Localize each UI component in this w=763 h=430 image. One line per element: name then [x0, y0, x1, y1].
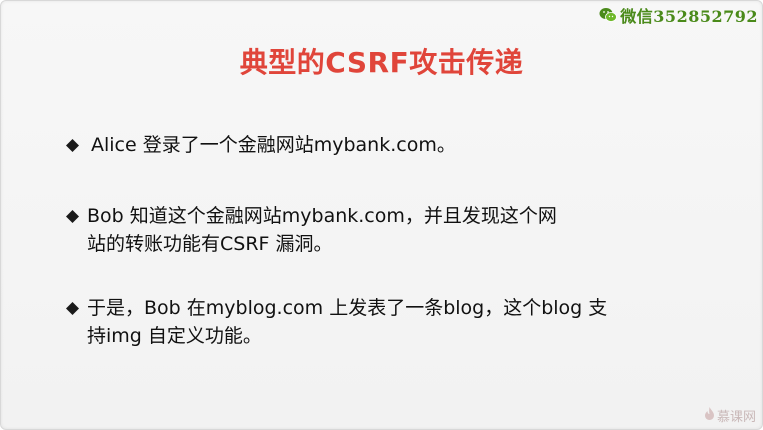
bullet-item: 于是，Bob 在myblog.com 上发表了一条blog，这个blog 支 持… — [65, 294, 607, 350]
bullet-text: Bob 知道这个金融网站mybank.com，并且发现这个网 站的转账功能有CS… — [87, 205, 557, 255]
watermark-text: 微信352852792 — [620, 7, 758, 26]
slide-title: 典型的CSRF攻击传递 — [239, 46, 524, 79]
bullet-text: Alice 登录了一个金融网站mybank.com。 — [91, 134, 456, 156]
bullet-item: Alice 登录了一个金融网站mybank.com。 — [65, 131, 456, 159]
logo-text: 慕课网 — [716, 410, 756, 425]
mooc-flame-icon — [704, 407, 715, 424]
diamond-bullet-icon — [65, 202, 79, 230]
imooc-logo: 慕课网 — [704, 406, 756, 425]
wechat-icon — [599, 7, 618, 23]
bullet-text: 于是，Bob 在myblog.com 上发表了一条blog，这个blog 支 持… — [87, 297, 608, 347]
diamond-bullet-icon — [65, 131, 79, 159]
slide-canvas: 微信352852792 典型的CSRF攻击传递 Alice 登录了一个金融网站m… — [0, 0, 763, 430]
bullet-item: Bob 知道这个金融网站mybank.com，并且发现这个网 站的转账功能有CS… — [65, 202, 557, 258]
wechat-watermark: 微信352852792 — [599, 3, 758, 27]
diamond-bullet-icon — [65, 294, 79, 322]
